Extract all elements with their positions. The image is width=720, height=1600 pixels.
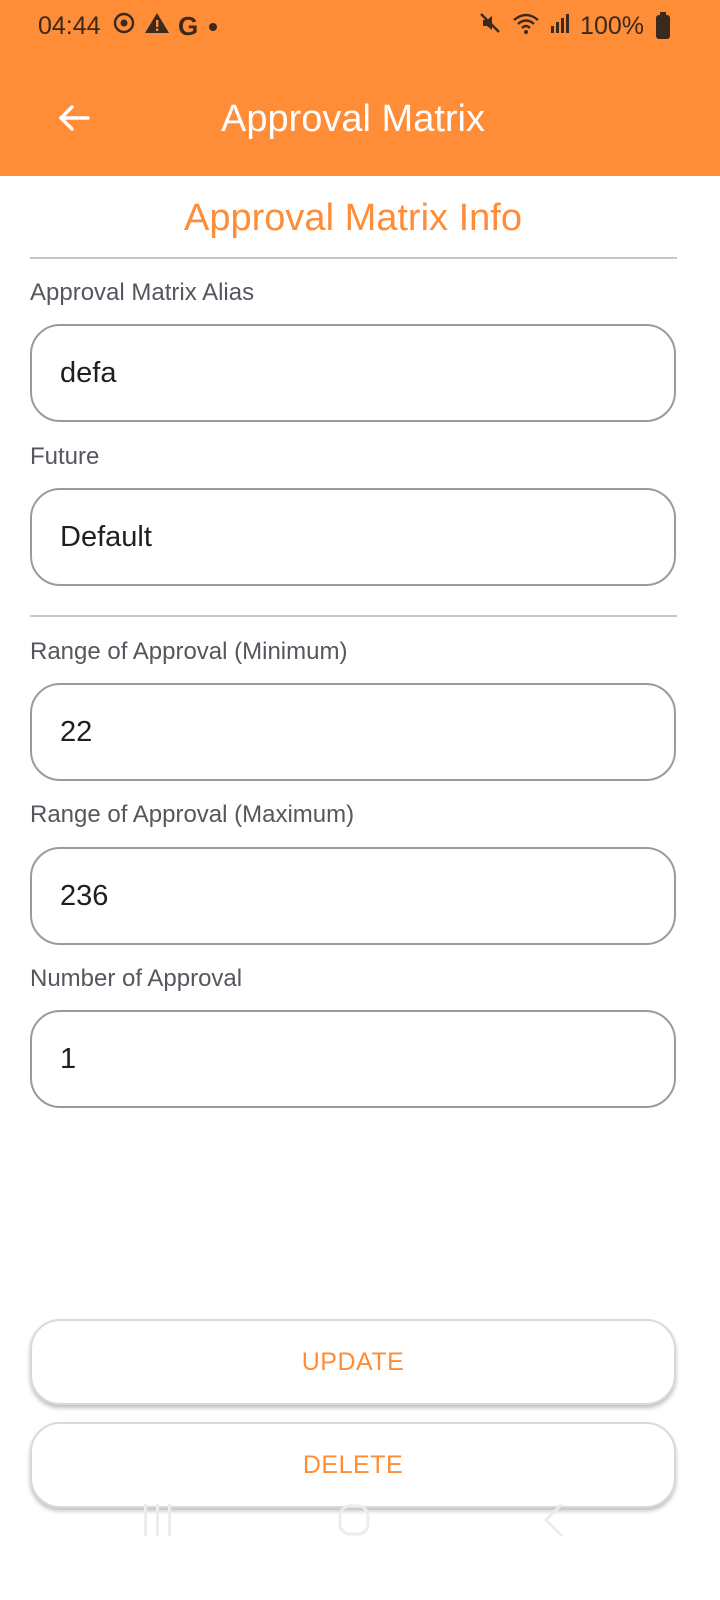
future-field[interactable]: Default — [30, 488, 676, 586]
warning-icon — [144, 11, 170, 42]
wifi-icon — [512, 11, 540, 42]
update-button[interactable]: UPDATE — [30, 1319, 676, 1405]
dot-icon — [206, 12, 220, 41]
home-icon[interactable] — [337, 1500, 371, 1545]
battery-icon — [656, 11, 670, 39]
status-time: 04:44 — [38, 12, 101, 40]
battery-percent: 100% — [580, 12, 644, 40]
google-icon: G — [178, 11, 199, 41]
status-left-icons: G — [112, 11, 220, 42]
alias-label: Approval Matrix Alias — [30, 279, 255, 306]
app-bar: 04:44 G 100% Approval Matrix — [0, 0, 720, 176]
screen: 04:44 G 100% Approval Matrix Approval Ma… — [0, 0, 720, 1600]
status-right-icons: 100% — [478, 11, 670, 42]
signal-icon — [550, 12, 570, 41]
alias-field[interactable]: defa — [30, 324, 676, 422]
range-max-label: Range of Approval (Maximum) — [30, 801, 355, 828]
recent-apps-icon[interactable] — [142, 1500, 174, 1545]
delete-button[interactable]: DELETE — [30, 1422, 676, 1508]
divider — [30, 615, 677, 617]
section-title: Approval Matrix Info — [184, 197, 522, 239]
range-min-label: Range of Approval (Minimum) — [30, 638, 348, 665]
range-max-field[interactable]: 236 — [30, 847, 676, 945]
page-title: Approval Matrix — [221, 98, 485, 140]
system-nav-bar — [0, 1500, 720, 1560]
num-approval-label: Number of Approval — [30, 965, 243, 992]
mute-icon — [478, 11, 502, 42]
divider — [30, 257, 677, 259]
back-icon[interactable] — [540, 1500, 566, 1545]
future-label: Future — [30, 443, 100, 470]
status-bar: 04:44 G 100% — [0, 0, 720, 52]
sync-icon — [112, 11, 136, 42]
range-min-field[interactable]: 22 — [30, 683, 676, 781]
num-approval-field[interactable]: 1 — [30, 1010, 676, 1108]
